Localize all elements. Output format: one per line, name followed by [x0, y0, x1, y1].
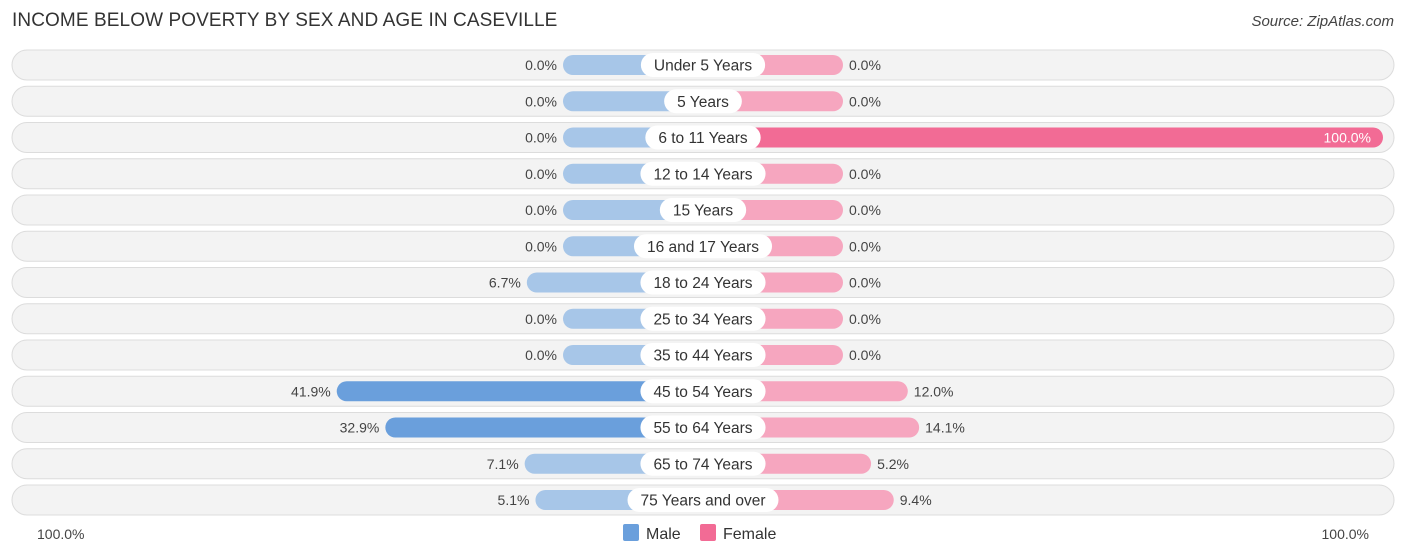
category-label: 45 to 54 Years [653, 384, 752, 401]
category-label: 5 Years [677, 94, 729, 111]
axis-label-right: 100.0% [1322, 526, 1369, 542]
female-value-label: 9.4% [900, 492, 932, 508]
chart-row: 35 to 44 Years 0.0% 0.0% [11, 339, 1395, 371]
category-label: 6 to 11 Years [658, 130, 748, 147]
male-value-label: 5.1% [498, 492, 530, 508]
category-label: 65 to 74 Years [653, 456, 752, 473]
legend-swatch-male [623, 524, 639, 541]
female-bar [703, 127, 1383, 148]
female-value-label: 0.0% [849, 93, 881, 109]
chart-row: 25 to 34 Years 0.0% 0.0% [11, 303, 1395, 335]
chart-row: 55 to 64 Years 32.9% 14.1% [11, 412, 1395, 443]
female-value-label: 0.0% [849, 238, 881, 254]
female-value-label: 0.0% [849, 311, 881, 327]
axis-label-left: 100.0% [37, 526, 84, 542]
category-label: 18 to 24 Years [653, 275, 752, 292]
legend-label-female: Female [723, 526, 776, 543]
chart-row: 75 Years and over 5.1% 9.4% [11, 484, 1395, 516]
category-label: Under 5 Years [654, 58, 752, 75]
female-value-label: 0.0% [849, 202, 881, 218]
chart-row: 5 Years 0.0% 0.0% [11, 85, 1395, 117]
chart-row: 16 and 17 Years 0.0% 0.0% [11, 230, 1395, 262]
female-value-label: 0.0% [849, 166, 881, 182]
chart-row: 45 to 54 Years 41.9% 12.0% [11, 375, 1395, 407]
chart-row: 18 to 24 Years 6.7% 0.0% [11, 267, 1395, 298]
male-value-label: 0.0% [525, 202, 557, 218]
male-value-label: 32.9% [340, 420, 380, 436]
male-value-label: 6.7% [489, 275, 521, 291]
male-value-label: 0.0% [525, 311, 557, 327]
female-value-label: 12.0% [914, 383, 954, 399]
category-label: 15 Years [673, 203, 734, 220]
legend-swatch-female [700, 524, 716, 541]
male-value-label: 41.9% [291, 383, 331, 399]
chart-row: 65 to 74 Years 7.1% 5.2% [11, 448, 1395, 480]
chart-row: 15 Years 0.0% 0.0% [11, 194, 1395, 226]
chart-row: Under 5 Years 0.0% 0.0% [11, 49, 1395, 81]
male-value-label: 0.0% [525, 238, 557, 254]
category-label: 12 to 14 Years [653, 166, 752, 183]
male-value-label: 0.0% [525, 93, 557, 109]
male-value-label: 7.1% [487, 456, 519, 472]
female-value-label: 0.0% [849, 275, 881, 291]
category-label: 75 Years and over [641, 493, 766, 510]
male-value-label: 0.0% [525, 57, 557, 73]
category-label: 25 to 34 Years [653, 311, 752, 328]
female-value-label: 0.0% [849, 347, 881, 363]
legend-label-male: Male [646, 526, 681, 543]
legend: Male Female [623, 524, 776, 543]
female-value-label: 100.0% [1324, 130, 1371, 146]
female-value-label: 14.1% [925, 420, 965, 436]
male-value-label: 0.0% [525, 130, 557, 146]
category-label: 16 and 17 Years [647, 239, 759, 256]
male-value-label: 0.0% [525, 166, 557, 182]
chart-row: 12 to 14 Years 0.0% 0.0% [11, 158, 1395, 190]
category-label: 55 to 64 Years [653, 420, 752, 437]
male-value-label: 0.0% [525, 347, 557, 363]
poverty-chart: Under 5 Years0.0% 0.0%5 Years0.0% 0.0%6 to… [11, 49, 1395, 543]
chart-row: 6 to 11 Years 0.0% 100.0% [11, 122, 1395, 153]
female-value-label: 5.2% [877, 456, 909, 472]
female-value-label: 0.0% [849, 57, 881, 73]
category-label: 35 to 44 Years [653, 348, 752, 365]
